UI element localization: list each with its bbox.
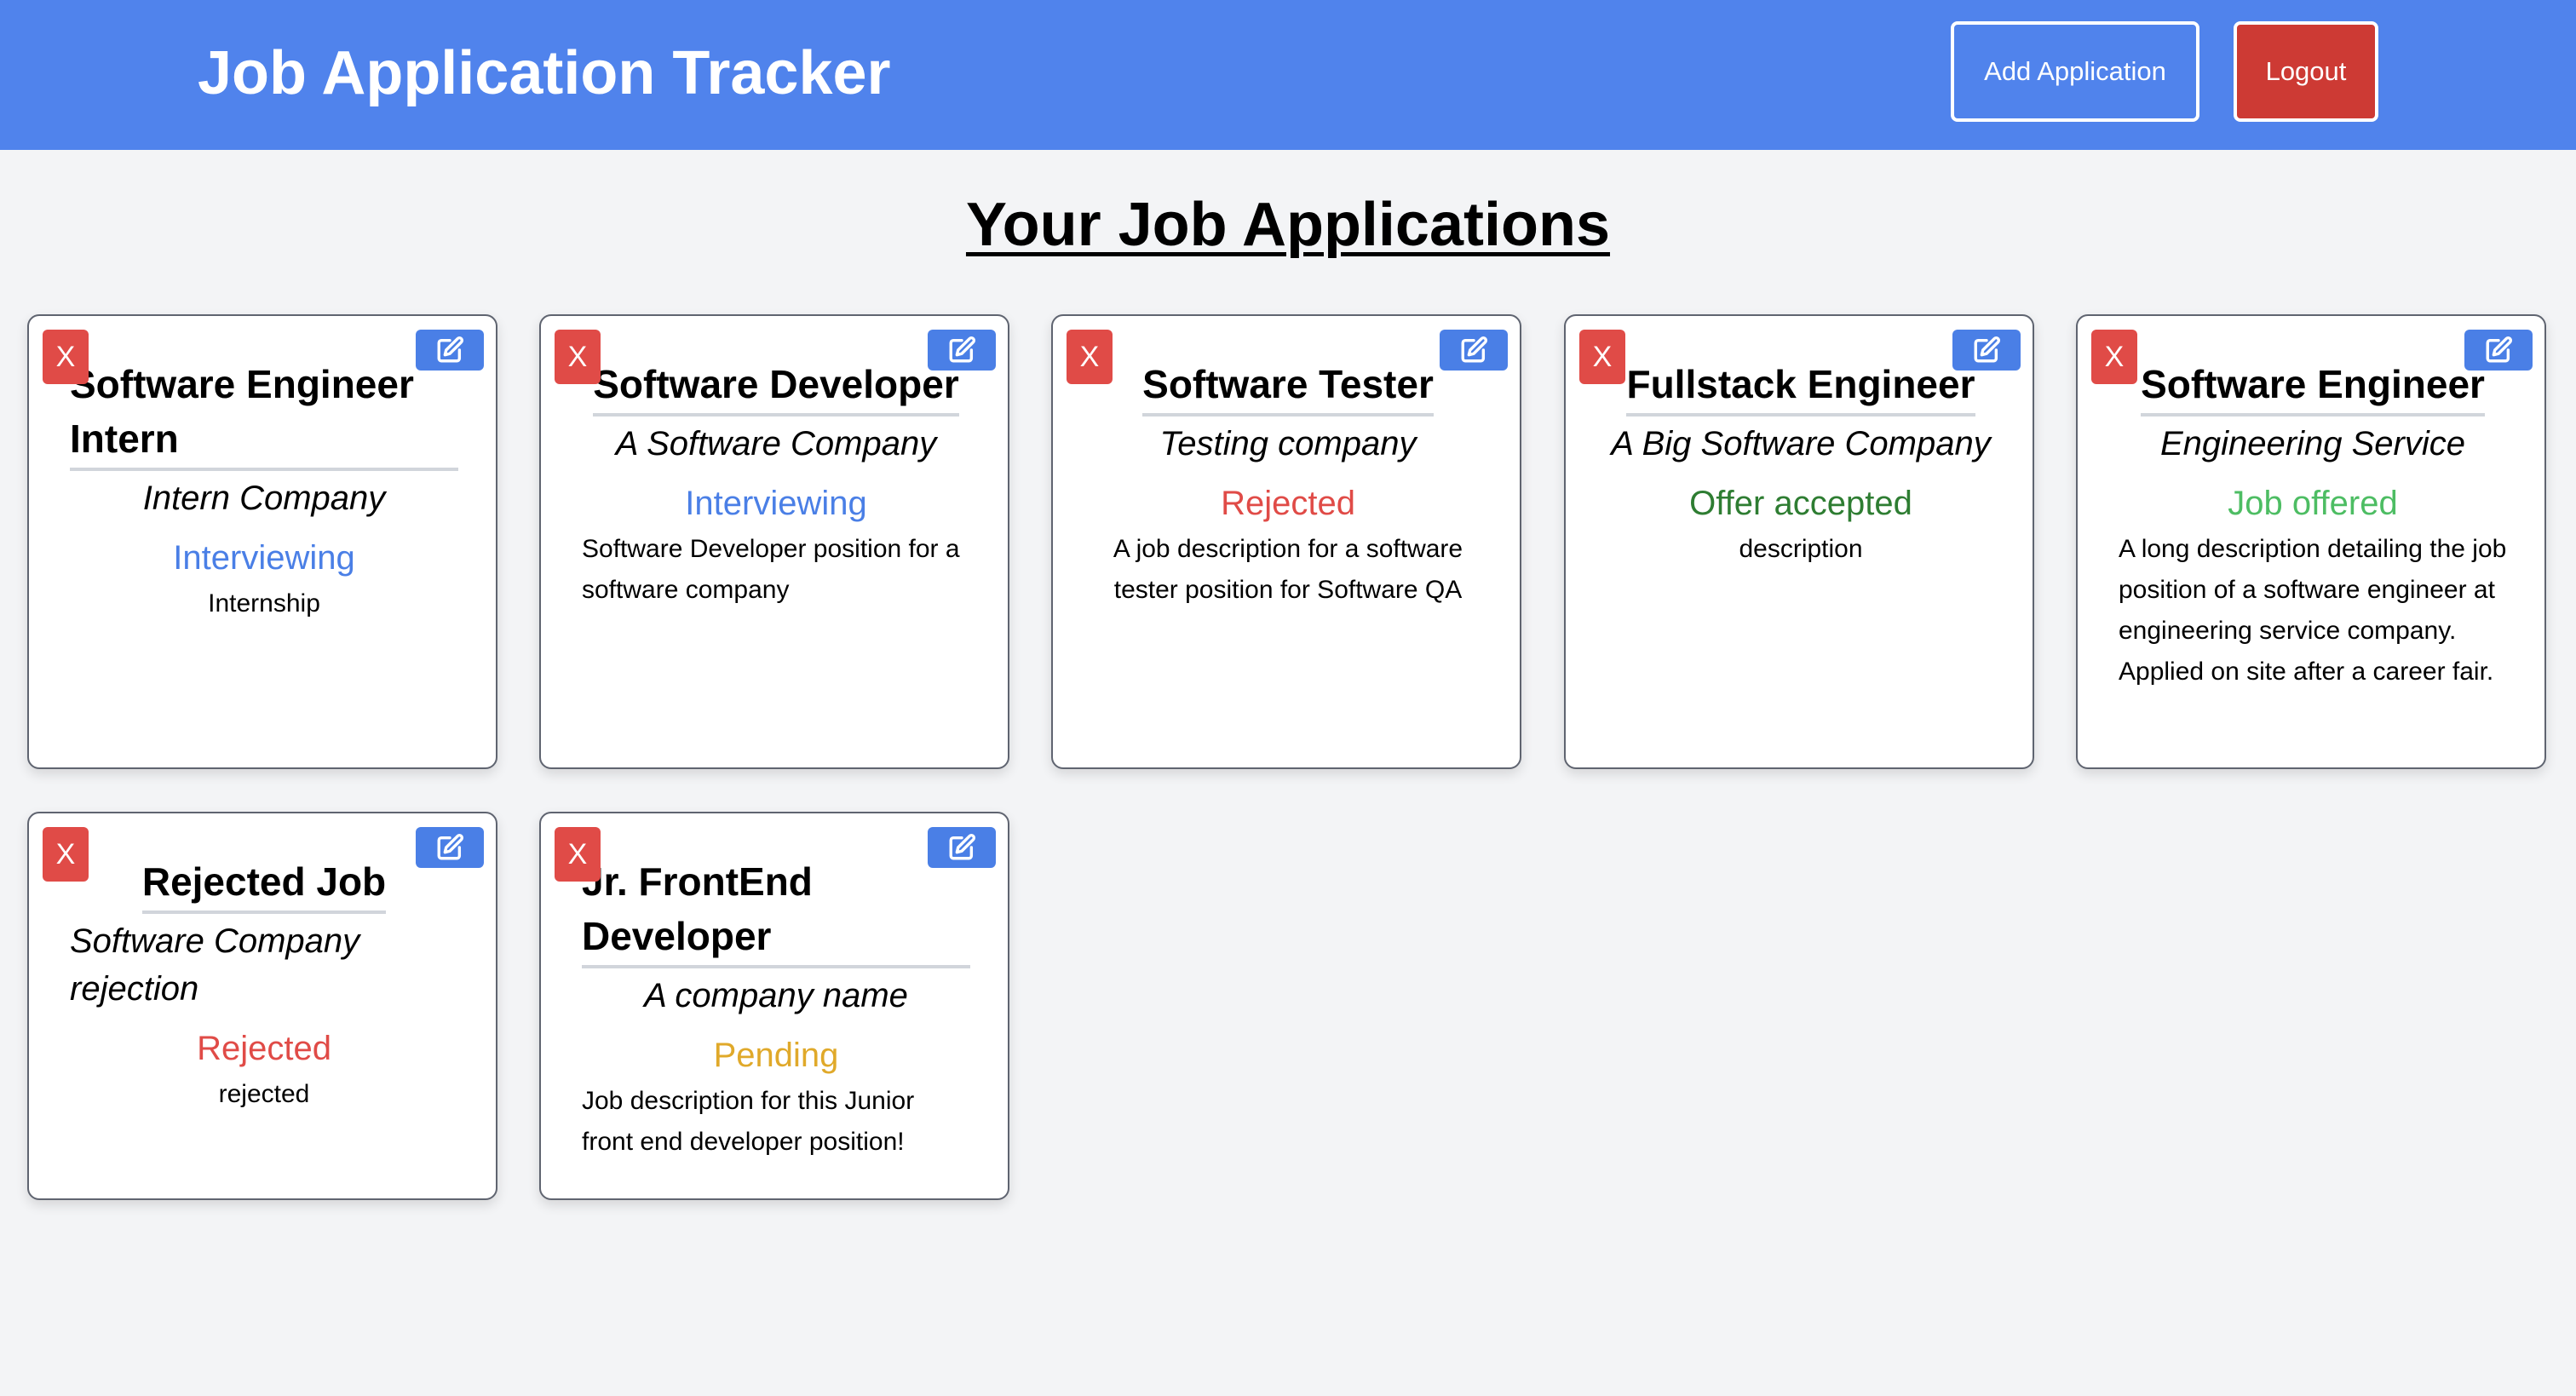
close-icon: X [55,837,76,870]
application-card: X Rejected Job Software Company rejectio… [27,812,497,1200]
close-icon: X [1592,340,1613,373]
job-description: rejected [218,1080,310,1108]
company-name: A company name [644,977,908,1014]
company-name: A Big Software Company [1611,425,1991,462]
job-title: Fullstack Engineer [1626,357,1975,417]
status-badge: Interviewing [685,485,867,522]
delete-button[interactable]: X [555,330,601,384]
application-card: X Fullstack Engineer A Big Software Comp… [1564,314,2034,769]
delete-button[interactable]: X [43,827,89,882]
company-name: Intern Company [142,480,386,517]
job-title: Software Tester [1142,357,1434,417]
logout-button[interactable]: Logout [2234,21,2378,122]
edit-button[interactable] [1440,330,1508,371]
status-badge: Job offered [2228,485,2398,522]
job-description: Software Developer position for a softwa… [582,535,960,604]
status-badge: Interviewing [173,539,355,577]
page-title: Your Job Applications [965,191,1611,259]
job-description: A job description for a software tester … [1113,535,1463,604]
company-name: Software Company rejection [70,922,360,1008]
status-badge: Rejected [1221,485,1355,522]
job-description: Job description for this Junior front en… [582,1087,915,1156]
close-icon: X [567,340,588,373]
edit-icon [949,336,976,363]
job-description: A long description detailing the job pos… [2119,535,2507,686]
status-badge: Offer accepted [1689,485,1912,522]
edit-icon [949,833,976,860]
edit-button[interactable] [2464,330,2533,371]
edit-icon [1974,336,2001,363]
job-title: Software Engineer [2141,357,2485,417]
app-header: Job Application Tracker Add Application … [0,0,2576,150]
application-card: X Software Tester Testing company Reject… [1051,314,1521,769]
edit-icon [1461,336,1488,363]
close-icon: X [1079,340,1100,373]
company-name: Engineering Service [2160,425,2465,462]
job-description: Internship [208,589,320,618]
job-title: Jr. FrontEnd Developer [582,854,970,968]
edit-button[interactable] [416,827,484,868]
edit-button[interactable] [928,827,996,868]
delete-button[interactable]: X [1579,330,1625,384]
job-title: Software Engineer Intern [70,357,458,471]
edit-icon [437,336,464,363]
job-title: Rejected Job [141,854,387,914]
application-card: X Software Engineer Intern Intern Compan… [27,314,497,769]
close-icon: X [567,837,588,870]
edit-icon [2486,336,2513,363]
delete-button[interactable]: X [555,827,601,882]
close-icon: X [2104,340,2125,373]
delete-button[interactable]: X [1067,330,1113,384]
company-name: Testing company [1159,425,1417,462]
edit-button[interactable] [416,330,484,371]
edit-icon [437,833,464,860]
status-badge: Pending [713,1037,839,1074]
close-icon: X [55,340,76,373]
delete-button[interactable]: X [2091,330,2137,384]
job-title: Software Developer [593,357,959,417]
app-title: Job Application Tracker [198,39,891,107]
application-card: X Software Developer A Software Company … [539,314,1009,769]
add-application-button[interactable]: Add Application [1951,21,2199,122]
edit-button[interactable] [928,330,996,371]
application-card: X Jr. FrontEnd Developer A company name … [539,812,1009,1200]
job-description: description [1739,535,1863,563]
edit-button[interactable] [1952,330,2021,371]
status-badge: Rejected [197,1030,331,1067]
delete-button[interactable]: X [43,330,89,384]
company-name: A Software Company [615,425,937,462]
application-card: X Software Engineer Engineering Service … [2076,314,2546,769]
